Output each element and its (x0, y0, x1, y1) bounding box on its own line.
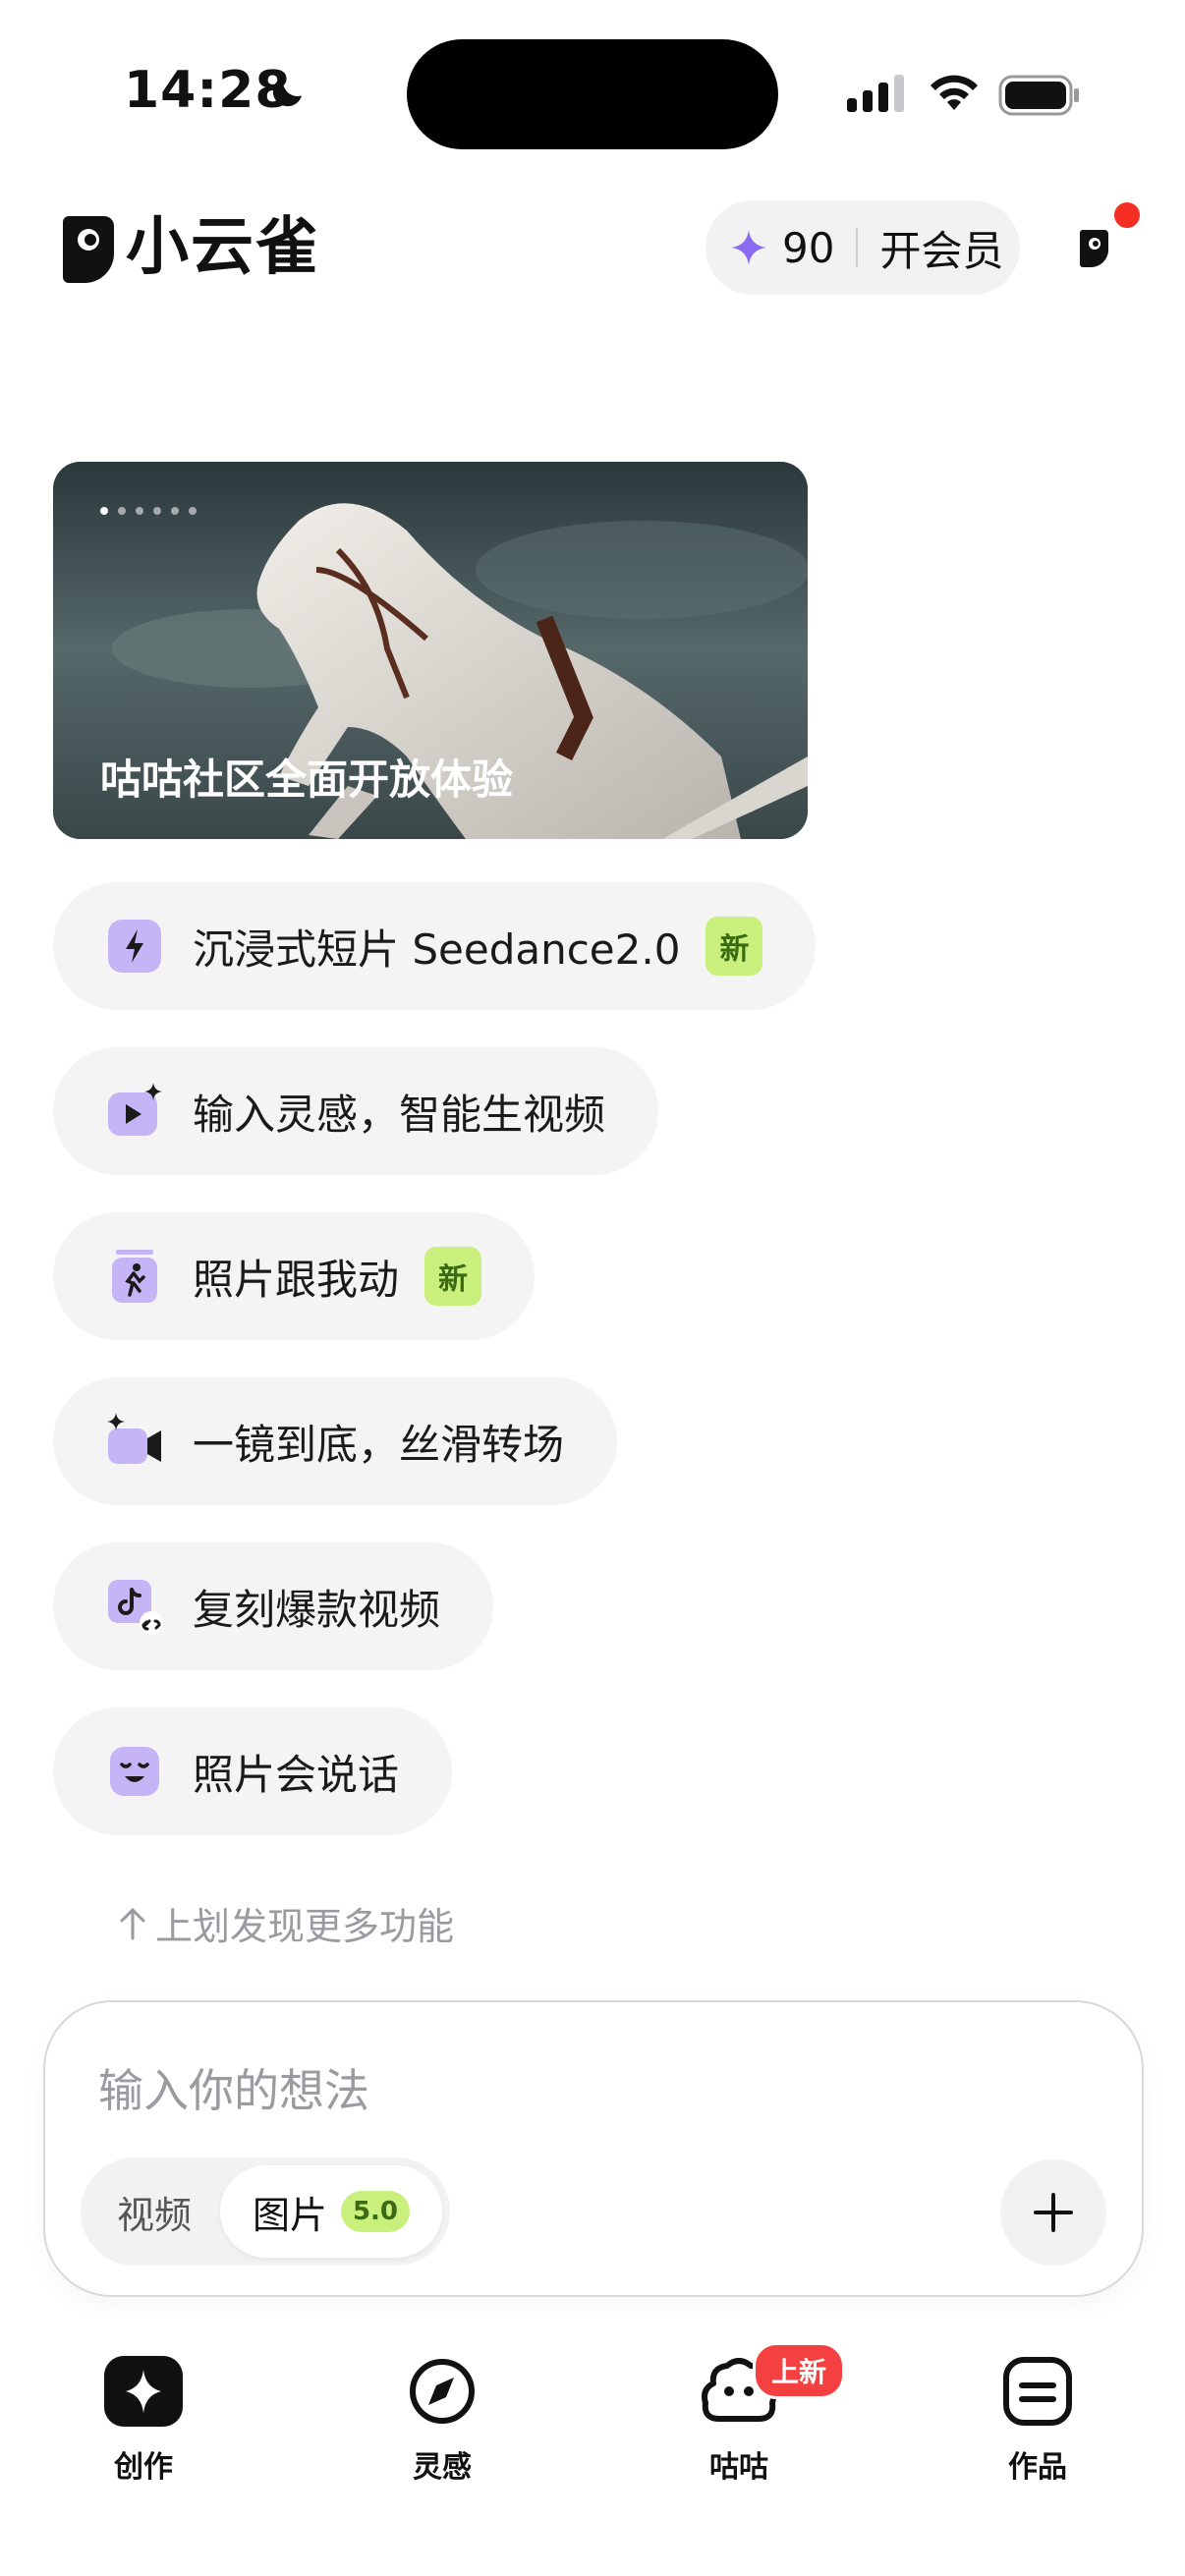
carousel-dot (100, 507, 108, 515)
dynamic-island (407, 39, 778, 149)
battery-icon (998, 75, 1079, 116)
tab-inspiration[interactable]: 灵感 (364, 2354, 521, 2486)
plus-icon (1034, 2193, 1073, 2232)
vip-label: 开会员 (879, 226, 1004, 275)
feature-label: 照片跟我动 (193, 1255, 400, 1304)
feature-label: 输入灵感，智能生视频 (193, 1090, 606, 1139)
cellular-signal-icon (847, 75, 904, 112)
video-sparkle-icon (108, 1083, 162, 1136)
tiktok-link-icon (108, 1580, 163, 1635)
divider (856, 228, 859, 267)
works-icon (1003, 2357, 1072, 2426)
carousel-dot (136, 507, 143, 515)
carousel-indicator (100, 507, 197, 515)
feature-photo-dance[interactable]: 照片跟我动 新 (53, 1212, 536, 1340)
prompt-composer: 输入你的想法 视频 图片 5.0 (43, 2000, 1144, 2297)
tab-label: 创作 (114, 2450, 173, 2485)
app-name: 小云雀 (126, 211, 320, 284)
new-badge: 新 (705, 917, 763, 976)
notification-dot (1110, 198, 1144, 232)
model-version-badge: 5.0 (340, 2191, 411, 2232)
feature-one-take-transition[interactable]: 一镜到底，丝滑转场 (53, 1377, 618, 1505)
talking-face-icon (110, 1747, 159, 1796)
tab-label: 作品 (1008, 2450, 1067, 2485)
feature-seedance-short-film[interactable]: 沉浸式短片 Seedance2.0 新 (53, 882, 817, 1010)
camera-sparkle-icon (107, 1413, 161, 1464)
tab-create[interactable]: 创作 (65, 2354, 222, 2486)
carousel-dot (118, 507, 126, 515)
feature-label: 复刻爆款视频 (193, 1585, 441, 1634)
arrow-up-icon (120, 1907, 145, 1939)
compass-icon (410, 2359, 475, 2424)
new-badge: 新 (424, 1247, 482, 1306)
mode-video-tab[interactable]: 视频 (81, 2157, 228, 2266)
bolt-icon (108, 920, 161, 973)
tab-label: 咕咕 (709, 2450, 768, 2485)
feature-remake-viral-video[interactable]: 复刻爆款视频 (53, 1542, 494, 1670)
vip-button[interactable]: 90 开会员 (705, 200, 1020, 295)
feature-label: 照片会说话 (193, 1750, 400, 1799)
feature-talking-photo[interactable]: 照片会说话 (53, 1708, 453, 1835)
prompt-input[interactable]: 输入你的想法 (98, 2055, 369, 2120)
carousel-dot (189, 507, 197, 515)
feature-label: 一镜到底，丝滑转场 (193, 1420, 565, 1469)
status-time: 14:28 (124, 61, 292, 120)
mode-switcher: 视频 图片 5.0 (81, 2157, 450, 2266)
new-content-badge: 上新 (753, 2342, 846, 2399)
sparkle-icon (104, 2356, 183, 2427)
sparkle-points-icon (731, 230, 766, 265)
carousel-dot (171, 507, 179, 515)
banner-carousel[interactable]: 咕咕社区全面开放体验 (53, 462, 808, 839)
profile-icon[interactable] (1079, 226, 1110, 269)
banner-caption: 咕咕社区全面开放体验 (100, 756, 514, 804)
carousel-dot (153, 507, 161, 515)
hint-text: 上划发现更多功能 (155, 1905, 455, 1948)
feature-idea-to-video[interactable]: 输入灵感，智能生视频 (53, 1047, 659, 1175)
dancing-photo-icon (112, 1250, 157, 1303)
tab-works[interactable]: 作品 (959, 2354, 1116, 2486)
app-logo-icon (63, 216, 114, 283)
moon-icon (272, 78, 302, 107)
mode-image-label: 图片 (252, 2193, 327, 2237)
swipe-up-hint: 上划发现更多功能 (118, 1896, 454, 1950)
points-count: 90 (782, 223, 835, 272)
add-attachment-button[interactable] (1000, 2159, 1106, 2266)
tab-label: 灵感 (413, 2450, 472, 2485)
wifi-icon (931, 75, 978, 110)
mode-image-tab[interactable]: 图片 5.0 (220, 2165, 442, 2258)
feature-label: 沉浸式短片 Seedance2.0 (193, 924, 681, 974)
